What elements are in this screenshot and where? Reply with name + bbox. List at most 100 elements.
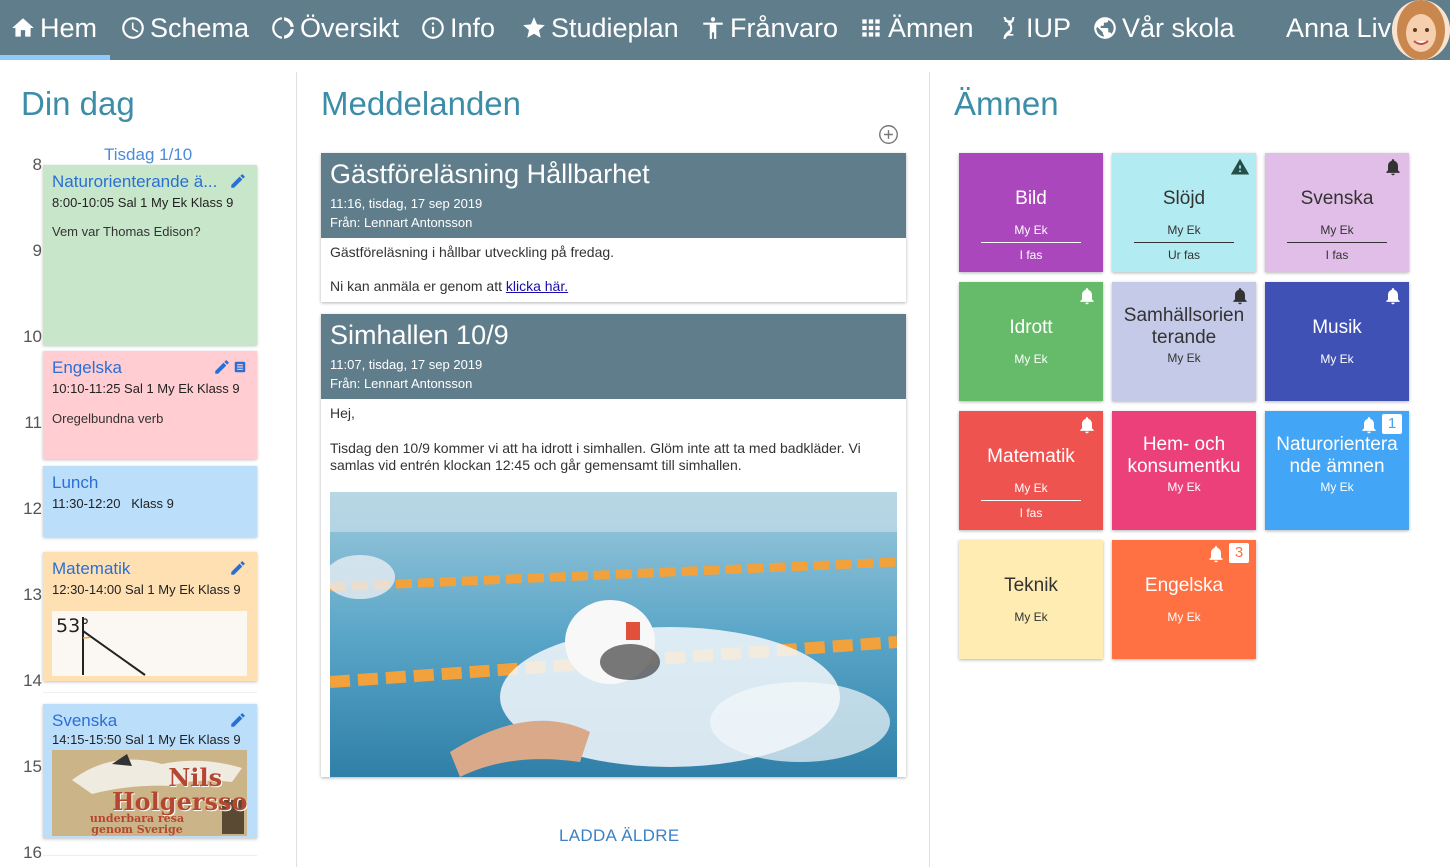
top-navigation-bar: Hem Schema Översikt Info Studieplan Från…	[0, 0, 1450, 60]
hour-label: 16	[23, 843, 42, 862]
nav-item-iup[interactable]: IUP	[996, 0, 1071, 56]
subject-tile[interactable]: Matematik My Ek I fas	[959, 411, 1103, 530]
subject-teacher: My Ek	[1014, 223, 1048, 237]
notification-badge: 1	[1382, 414, 1402, 434]
event-title: Naturorienterande ä...	[52, 172, 218, 191]
bell-icon[interactable]	[1077, 415, 1097, 435]
subject-tile[interactable]: Naturorientera nde ämnen My Ek 1	[1265, 411, 1409, 530]
message-from: Från: Lennart Antonsson	[330, 215, 473, 230]
subject-teacher: My Ek	[1320, 480, 1354, 494]
subject-name: Samhällsorien terande	[1123, 305, 1245, 348]
avatar[interactable]	[1392, 0, 1450, 60]
schedule-event-engelska[interactable]: Engelska 10:10-11:25 Sal 1 My Ek Klass 9…	[43, 351, 257, 459]
bell-icon[interactable]	[1359, 415, 1379, 435]
subject-teacher: My Ek	[1167, 223, 1201, 237]
bell-icon[interactable]	[1206, 544, 1226, 564]
nav-item-hem[interactable]: Hem	[10, 0, 97, 56]
subjects-title: Ämnen	[954, 85, 1059, 122]
signup-link[interactable]: klicka här.	[506, 278, 568, 294]
message-title: Gästföreläsning Hållbarhet	[330, 159, 650, 189]
subject-tile[interactable]: Engelska My Ek 3	[1112, 540, 1256, 659]
subject-tile[interactable]: Musik My Ek	[1265, 282, 1409, 401]
schedule-event-matematik[interactable]: Matematik 12:30-14:00 Sal 1 My Ek Klass …	[43, 552, 257, 681]
message-text: Hej,	[330, 405, 355, 421]
message-time: 11:07, tisdag, 17 sep 2019	[330, 357, 483, 372]
nav-item-var-skola[interactable]: Vår skola	[1092, 0, 1235, 56]
column-divider	[296, 72, 297, 867]
pencil-icon[interactable]	[229, 711, 247, 729]
message-card[interactable]: Simhallen 10/9 11:07, tisdag, 17 sep 201…	[321, 314, 906, 777]
hour-gridline	[43, 692, 257, 693]
subject-teacher: My Ek	[1320, 352, 1354, 366]
bell-icon[interactable]	[1077, 286, 1097, 306]
subject-name: Naturorientera nde ämnen	[1276, 434, 1398, 477]
subject-teacher: My Ek	[1014, 610, 1048, 624]
book-cover-image: Nils Holgerssons underbara resagenom Sve…	[52, 750, 247, 836]
subject-phase: I fas	[1019, 506, 1043, 520]
notification-badge: 3	[1229, 543, 1249, 563]
nav-item-franvaro[interactable]: Frånvaro	[700, 0, 838, 56]
nav-item-amnen[interactable]: Ämnen	[858, 0, 974, 56]
hour-label: 8	[32, 155, 42, 174]
nav-label: Översikt	[300, 12, 400, 43]
nav-item-studieplan[interactable]: Studieplan	[521, 0, 679, 56]
subject-name: Bild	[1015, 188, 1047, 209]
subject-tile[interactable]: Hem- och konsumentku My Ek	[1112, 411, 1256, 530]
person-icon	[703, 17, 723, 39]
event-note: Oregelbundna verb	[52, 411, 164, 426]
subject-tile[interactable]: Bild My Ek I fas	[959, 153, 1103, 272]
message-header: Gästföreläsning Hållbarhet 11:16, tisdag…	[321, 153, 906, 238]
subject-teacher: My Ek	[1167, 610, 1201, 624]
message-header: Simhallen 10/9 11:07, tisdag, 17 sep 201…	[321, 314, 906, 399]
bell-icon[interactable]	[1383, 286, 1403, 306]
home-icon	[12, 18, 34, 37]
subject-name: Musik	[1312, 317, 1362, 338]
assignment-icon[interactable]	[233, 360, 247, 374]
nav-label: Studieplan	[551, 12, 679, 43]
day-date-label[interactable]: Tisdag 1/10	[104, 145, 192, 165]
subject-tile[interactable]: Samhällsorien terande My Ek	[1112, 282, 1256, 401]
message-text-prefix: Ni kan anmäla er genom att	[330, 278, 506, 294]
book-title-art: Nils Holgerssons	[112, 763, 247, 816]
event-time: 12:30-14:00 Sal 1 My Ek Klass 9	[52, 582, 241, 597]
nav-item-schema[interactable]: Schema	[120, 0, 249, 56]
subject-tile[interactable]: Teknik My Ek	[959, 540, 1103, 659]
nav-label: Frånvaro	[730, 12, 839, 43]
schedule-event-lunch[interactable]: Lunch 11:30-12:20 Klass 9	[43, 466, 257, 537]
subject-name: Teknik	[1004, 575, 1058, 596]
nav-item-oversikt[interactable]: Översikt	[270, 0, 399, 56]
warning-icon[interactable]	[1230, 157, 1250, 177]
clock-icon	[122, 17, 144, 39]
subject-tile[interactable]: Idrott My Ek	[959, 282, 1103, 401]
pencil-icon[interactable]	[229, 172, 247, 190]
subject-divider	[1287, 242, 1387, 243]
nav-label: IUP	[1026, 12, 1072, 43]
subject-teacher: My Ek	[1014, 352, 1048, 366]
load-older-button[interactable]: LADDA ÄLDRE	[559, 826, 679, 846]
pencil-icon[interactable]	[229, 559, 247, 577]
info-icon	[422, 17, 444, 39]
message-title: Simhallen 10/9	[330, 320, 509, 350]
active-tab-indicator	[0, 55, 110, 60]
message-card[interactable]: Gästföreläsning Hållbarhet 11:16, tisdag…	[321, 153, 906, 302]
message-text: Ni kan anmäla er genom att klicka här.	[330, 278, 890, 295]
subject-name: Idrott	[1009, 317, 1053, 338]
event-time: 10:10-11:25 Sal 1 My Ek Klass 9	[52, 381, 240, 396]
hour-label: 11	[24, 413, 42, 432]
subject-tile[interactable]: Svenska My Ek I fas	[1265, 153, 1409, 272]
schedule-event-svenska[interactable]: Svenska 14:15-15:50 Sal 1 My Ek Klass 9 …	[43, 704, 257, 838]
subject-tile[interactable]: Slöjd My Ek Ur fas	[1112, 153, 1256, 272]
column-divider	[929, 72, 930, 867]
event-title: Svenska	[52, 711, 118, 730]
nav-item-info[interactable]: Info	[420, 0, 495, 56]
bell-icon[interactable]	[1383, 157, 1403, 177]
pencil-icon[interactable]	[213, 358, 231, 376]
bell-icon[interactable]	[1230, 286, 1250, 306]
star-icon	[523, 17, 545, 38]
subject-teacher: My Ek	[1014, 481, 1048, 495]
user-name[interactable]: Anna Liv	[1286, 0, 1391, 56]
add-circle-icon[interactable]	[878, 124, 899, 145]
subject-name: Svenska	[1300, 188, 1374, 209]
messages-title: Meddelanden	[321, 85, 521, 122]
schedule-event-naturorienterande[interactable]: Naturorienterande ä... 8:00-10:05 Sal 1 …	[43, 165, 257, 345]
